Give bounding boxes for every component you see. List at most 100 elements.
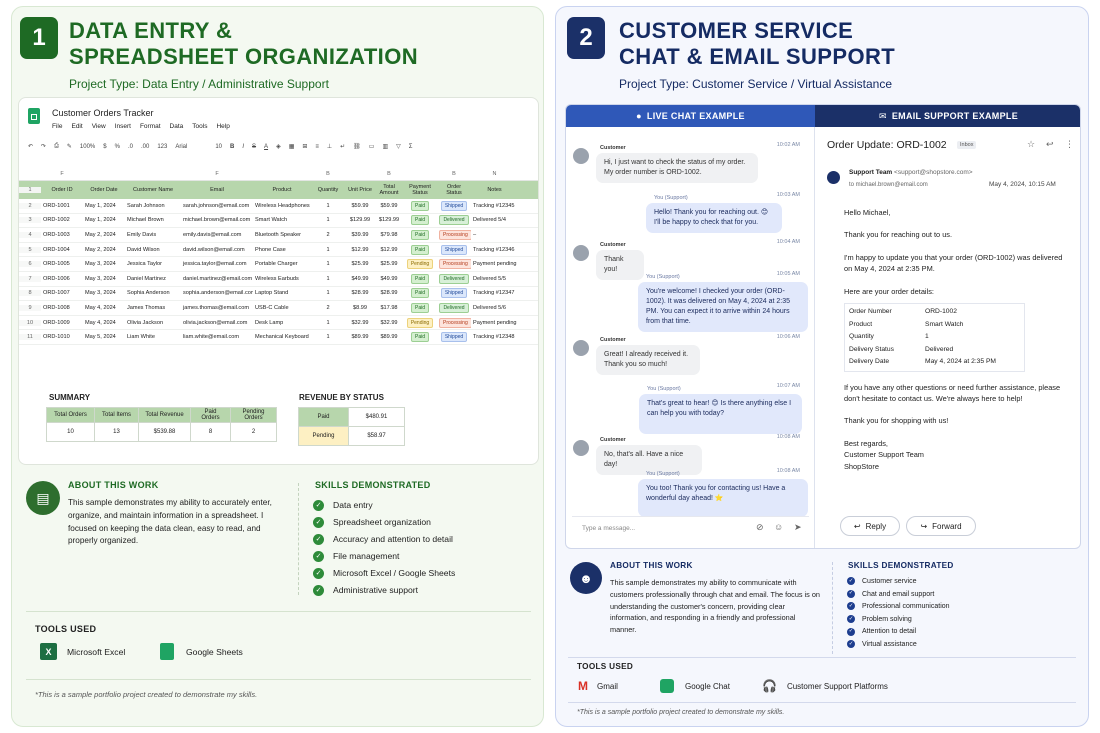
- table-cell[interactable]: Payment pending: [471, 261, 518, 267]
- column-letter[interactable]: B: [375, 171, 403, 177]
- menu-item[interactable]: Insert: [115, 123, 131, 130]
- italic-icon[interactable]: I: [242, 144, 244, 150]
- redo-icon[interactable]: ↷: [41, 143, 46, 150]
- table-cell[interactable]: Mechanical Keyboard: [253, 334, 311, 340]
- table-cell[interactable]: May 1, 2024: [83, 203, 125, 209]
- font-select[interactable]: Arial: [175, 144, 207, 150]
- table-cell[interactable]: David Wilson: [125, 247, 181, 253]
- borders-icon[interactable]: ▦: [289, 143, 295, 150]
- table-cell[interactable]: May 3, 2024: [83, 290, 125, 296]
- table-cell[interactable]: $59.99: [375, 203, 403, 209]
- align-icon[interactable]: ≡: [315, 144, 319, 150]
- table-cell[interactable]: Phone Case: [253, 247, 311, 253]
- functions-icon[interactable]: Σ: [409, 144, 413, 150]
- increase-decimal-button[interactable]: .00: [141, 144, 149, 150]
- column-letter[interactable]: B: [311, 171, 345, 177]
- table-cell[interactable]: david.wilson@email.com: [181, 247, 253, 253]
- table-cell[interactable]: Sophia Anderson: [125, 290, 181, 296]
- percent-button[interactable]: %: [115, 144, 120, 150]
- table-cell[interactable]: Paid: [403, 332, 437, 343]
- table-cell[interactable]: May 2, 2024: [83, 232, 125, 238]
- table-cell[interactable]: $79.98: [375, 232, 403, 238]
- table-cell[interactable]: Processing: [437, 317, 471, 328]
- table-cell[interactable]: Paid: [403, 215, 437, 226]
- table-cell[interactable]: $25.99: [345, 261, 375, 267]
- table-cell[interactable]: Delivered: [437, 302, 471, 313]
- decrease-decimal-button[interactable]: .0: [128, 144, 133, 150]
- table-cell[interactable]: ORD-1007: [41, 290, 83, 296]
- table-cell[interactable]: Daniel Martinez: [125, 276, 181, 282]
- table-cell[interactable]: Paid: [403, 273, 437, 284]
- table-cell[interactable]: May 4, 2024: [83, 320, 125, 326]
- table-cell[interactable]: $129.99: [345, 217, 375, 223]
- table-cell[interactable]: sarah.johnson@email.com: [181, 203, 253, 209]
- table-cell[interactable]: Olivia Jackson: [125, 320, 181, 326]
- table-cell[interactable]: $89.99: [345, 334, 375, 340]
- menu-item[interactable]: Data: [170, 123, 184, 130]
- table-cell[interactable]: $59.99: [345, 203, 375, 209]
- table-cell[interactable]: $32.99: [375, 320, 403, 326]
- font-size-select[interactable]: 10: [215, 144, 222, 150]
- table-cell[interactable]: Jessica Taylor: [125, 261, 181, 267]
- table-cell[interactable]: Delivered: [437, 273, 471, 284]
- table-cell[interactable]: ORD-1002: [41, 217, 83, 223]
- column-letter[interactable]: B: [437, 171, 471, 177]
- table-cell[interactable]: $89.99: [375, 334, 403, 340]
- table-cell[interactable]: ORD-1009: [41, 320, 83, 326]
- comment-icon[interactable]: ▭: [369, 143, 375, 150]
- zoom-select[interactable]: 100%: [80, 144, 95, 150]
- table-cell[interactable]: Paid: [403, 302, 437, 313]
- table-cell[interactable]: 1: [311, 261, 345, 267]
- table-cell[interactable]: $12.99: [375, 247, 403, 253]
- table-cell[interactable]: Bluetooth Speaker: [253, 232, 311, 238]
- print-icon[interactable]: ⎙: [54, 143, 59, 150]
- table-cell[interactable]: Wireless Headphones: [253, 203, 311, 209]
- table-cell[interactable]: $129.99: [375, 217, 403, 223]
- table-cell[interactable]: Delivered: [437, 215, 471, 226]
- table-cell[interactable]: Shipped: [437, 288, 471, 299]
- number-format-button[interactable]: 123: [157, 144, 167, 150]
- table-cell[interactable]: Smart Watch: [253, 217, 311, 223]
- menu-item[interactable]: File: [52, 123, 62, 130]
- undo-icon[interactable]: ↶: [28, 143, 33, 150]
- table-cell[interactable]: Delivered 5/5: [471, 276, 518, 282]
- chat-input[interactable]: Type a message...: [582, 525, 635, 532]
- table-cell[interactable]: ORD-1004: [41, 247, 83, 253]
- table-cell[interactable]: 1: [311, 276, 345, 282]
- table-cell[interactable]: $32.99: [345, 320, 375, 326]
- star-icon[interactable]: ☆: [1027, 139, 1035, 150]
- table-cell[interactable]: 1: [311, 320, 345, 326]
- table-cell[interactable]: USB-C Cable: [253, 305, 311, 311]
- table-cell[interactable]: Delivered 5/6: [471, 305, 518, 311]
- table-cell[interactable]: Pending: [403, 317, 437, 328]
- table-cell[interactable]: $28.99: [375, 290, 403, 296]
- table-cell[interactable]: May 3, 2024: [83, 276, 125, 282]
- table-cell[interactable]: Paid: [403, 229, 437, 240]
- table-cell[interactable]: Paid: [403, 200, 437, 211]
- table-cell[interactable]: 2: [311, 232, 345, 238]
- table-cell[interactable]: Tracking #12347: [471, 290, 518, 296]
- table-cell[interactable]: $12.99: [345, 247, 375, 253]
- table-cell[interactable]: $49.99: [375, 276, 403, 282]
- paint-format-icon[interactable]: ✎: [67, 143, 72, 150]
- tab-live-chat[interactable]: ● LIVE CHAT EXAMPLE: [566, 105, 815, 127]
- table-cell[interactable]: Paid: [403, 244, 437, 255]
- table-cell[interactable]: May 4, 2024: [83, 305, 125, 311]
- table-cell[interactable]: May 5, 2024: [83, 334, 125, 340]
- table-cell[interactable]: Paid: [403, 288, 437, 299]
- menu-item[interactable]: Edit: [71, 123, 82, 130]
- table-cell[interactable]: ORD-1006: [41, 276, 83, 282]
- text-color-icon[interactable]: A: [264, 144, 268, 150]
- table-cell[interactable]: daniel.martinez@email.com: [181, 276, 253, 282]
- table-cell[interactable]: May 1, 2024: [83, 217, 125, 223]
- table-cell[interactable]: ORD-1003: [41, 232, 83, 238]
- table-cell[interactable]: Pending: [403, 259, 437, 270]
- table-cell[interactable]: 1: [311, 247, 345, 253]
- table-cell[interactable]: 1: [311, 290, 345, 296]
- table-cell[interactable]: Wireless Earbuds: [253, 276, 311, 282]
- table-cell[interactable]: ORD-1005: [41, 261, 83, 267]
- table-cell[interactable]: $17.98: [375, 305, 403, 311]
- table-cell[interactable]: Liam White: [125, 334, 181, 340]
- table-cell[interactable]: Shipped: [437, 244, 471, 255]
- table-cell[interactable]: $49.99: [345, 276, 375, 282]
